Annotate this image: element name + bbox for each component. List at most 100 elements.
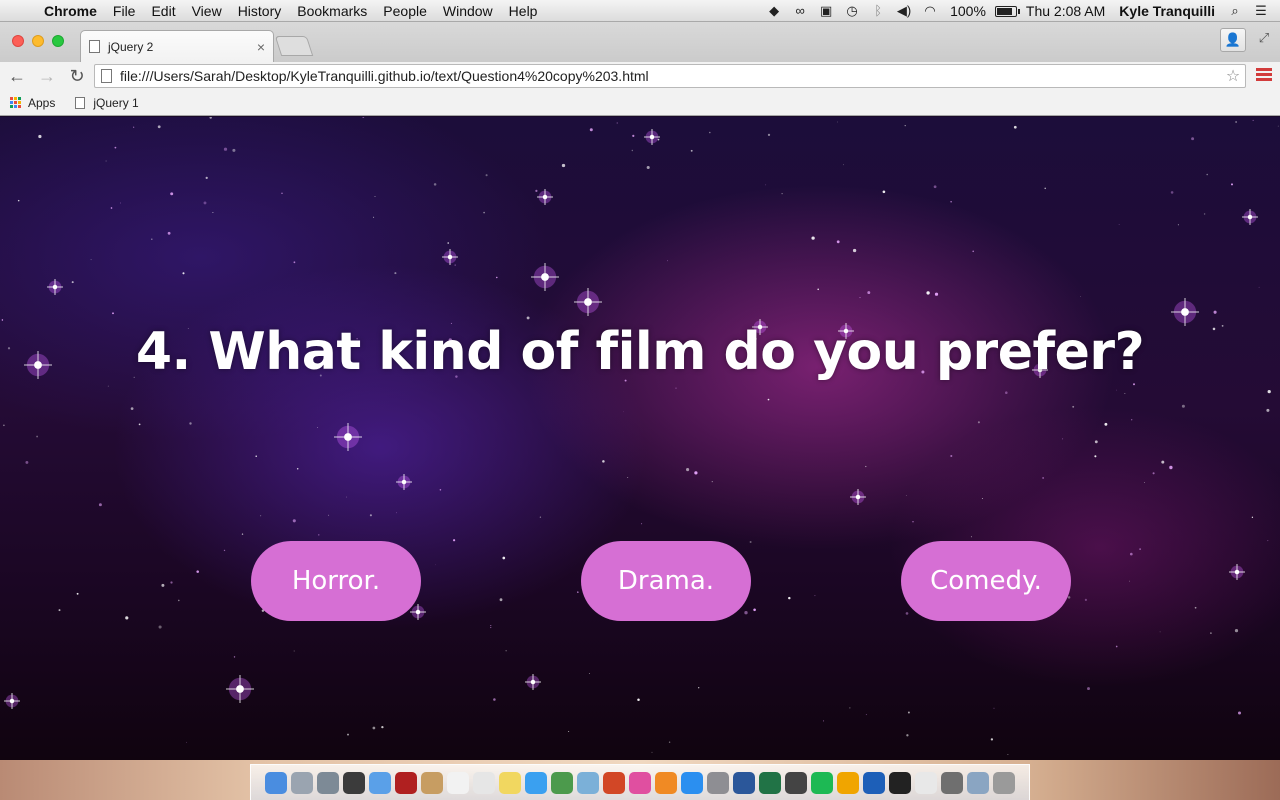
creative-cloud-icon[interactable]: ∞ — [787, 3, 813, 18]
bluetooth-icon[interactable]: ᛒ — [865, 3, 891, 18]
help-icon[interactable] — [317, 771, 339, 794]
menu-view[interactable]: View — [184, 3, 230, 19]
tab-jquery-2[interactable]: jQuery 2 × — [80, 30, 274, 62]
url-text[interactable]: file:///Users/Sarah/Desktop/KyleTranquil… — [120, 68, 1221, 84]
star — [1203, 213, 1206, 215]
star — [1159, 631, 1161, 633]
menu-people[interactable]: People — [375, 3, 435, 19]
chrome-icon[interactable] — [915, 771, 937, 794]
star — [698, 687, 700, 689]
star — [641, 523, 643, 525]
ibooks-icon[interactable] — [655, 771, 677, 794]
star — [859, 297, 861, 299]
app-store-icon[interactable] — [681, 771, 703, 794]
spotlight-search-icon[interactable]: ⌕ — [1222, 3, 1248, 19]
close-window-button[interactable] — [12, 35, 24, 47]
downloads-icon[interactable] — [967, 771, 989, 794]
star — [852, 248, 857, 253]
star — [293, 261, 296, 264]
notification-center-icon[interactable]: ☰ — [1248, 3, 1274, 19]
github-icon[interactable] — [889, 771, 911, 794]
menu-edit[interactable]: Edit — [143, 3, 183, 19]
star — [526, 316, 530, 320]
chrome-menu-icon[interactable] — [1256, 66, 1272, 86]
star — [505, 650, 507, 652]
new-tab-button[interactable] — [274, 36, 314, 56]
contacts-icon[interactable] — [421, 771, 443, 794]
menu-file[interactable]: File — [105, 3, 144, 19]
photo-booth-icon[interactable] — [395, 771, 417, 794]
bright-star — [4, 693, 20, 709]
launchpad-icon[interactable] — [291, 771, 313, 794]
zoom-window-button[interactable] — [52, 35, 64, 47]
star — [374, 196, 376, 197]
answer-horror-button[interactable]: Horror. — [251, 541, 421, 621]
volume-icon[interactable]: ◀) — [891, 3, 917, 19]
back-icon[interactable]: ← — [4, 64, 30, 88]
bookmark-apps[interactable]: Apps — [10, 96, 55, 110]
answer-drama-button[interactable]: Drama. — [581, 541, 751, 621]
star — [90, 259, 92, 261]
star — [435, 564, 436, 566]
user-menu[interactable]: Kyle Tranquilli — [1112, 3, 1222, 19]
bright-star — [537, 189, 553, 205]
star — [977, 421, 980, 424]
star — [452, 539, 456, 542]
facetime-icon[interactable] — [551, 771, 573, 794]
star — [749, 541, 752, 543]
star — [3, 424, 5, 427]
documents-icon[interactable] — [941, 771, 963, 794]
star — [125, 616, 129, 620]
menu-help[interactable]: Help — [501, 3, 546, 19]
minimize-window-button[interactable] — [32, 35, 44, 47]
fullscreen-icon[interactable]: ⤢ — [1254, 30, 1274, 50]
star — [328, 514, 330, 516]
system-preferences-icon[interactable] — [707, 771, 729, 794]
star — [296, 468, 299, 470]
wifi-icon[interactable]: ◠ — [917, 3, 943, 19]
spotify-icon[interactable] — [811, 771, 833, 794]
outlook-icon[interactable] — [837, 771, 859, 794]
photos-icon[interactable] — [577, 771, 599, 794]
forward-icon[interactable]: → — [34, 64, 60, 88]
time-machine-icon[interactable]: ◷ — [839, 3, 865, 19]
bookmark-star-icon[interactable]: ☆ — [1221, 66, 1245, 86]
star — [1266, 408, 1270, 412]
itunes-icon[interactable] — [629, 771, 651, 794]
starfield-background — [1, 117, 1279, 755]
battery-icon[interactable] — [993, 3, 1020, 18]
activity-monitor-icon[interactable] — [343, 771, 365, 794]
excel-icon[interactable] — [759, 771, 781, 794]
address-bar[interactable]: file:///Users/Sarah/Desktop/KyleTranquil… — [94, 64, 1246, 88]
star — [765, 184, 767, 186]
app-menu[interactable]: Chrome — [40, 3, 105, 19]
adobe-icon[interactable] — [863, 771, 885, 794]
display-icon[interactable]: ▣ — [813, 3, 839, 19]
battery-percent[interactable]: 100% — [943, 3, 993, 19]
star — [209, 117, 212, 119]
bright-star — [525, 674, 541, 690]
clock[interactable]: Thu 2:08 AM — [1019, 3, 1112, 19]
finder-icon[interactable] — [265, 771, 287, 794]
close-tab-icon[interactable]: × — [257, 39, 265, 55]
textedit-icon[interactable] — [473, 771, 495, 794]
reload-icon[interactable]: ↻ — [64, 64, 90, 88]
calendar-icon[interactable] — [447, 771, 469, 794]
word-icon[interactable] — [733, 771, 755, 794]
preview-icon[interactable] — [369, 771, 391, 794]
profile-icon[interactable]: 👤 — [1220, 28, 1246, 52]
star — [1115, 645, 1118, 648]
star — [837, 121, 839, 123]
stickies-icon[interactable] — [499, 771, 521, 794]
trash-icon[interactable] — [993, 771, 1015, 794]
powerpoint-icon[interactable] — [603, 771, 625, 794]
messages-icon[interactable] — [525, 771, 547, 794]
menu-window[interactable]: Window — [435, 3, 501, 19]
menu-bookmarks[interactable]: Bookmarks — [289, 3, 375, 19]
answer-comedy-button[interactable]: Comedy. — [901, 541, 1071, 621]
menu-history[interactable]: History — [230, 3, 290, 19]
dropbox-icon[interactable]: ◆ — [761, 3, 787, 19]
star — [373, 216, 375, 218]
bookmark-jquery-1[interactable]: jQuery 1 — [75, 96, 139, 110]
terminal-icon[interactable] — [785, 771, 807, 794]
